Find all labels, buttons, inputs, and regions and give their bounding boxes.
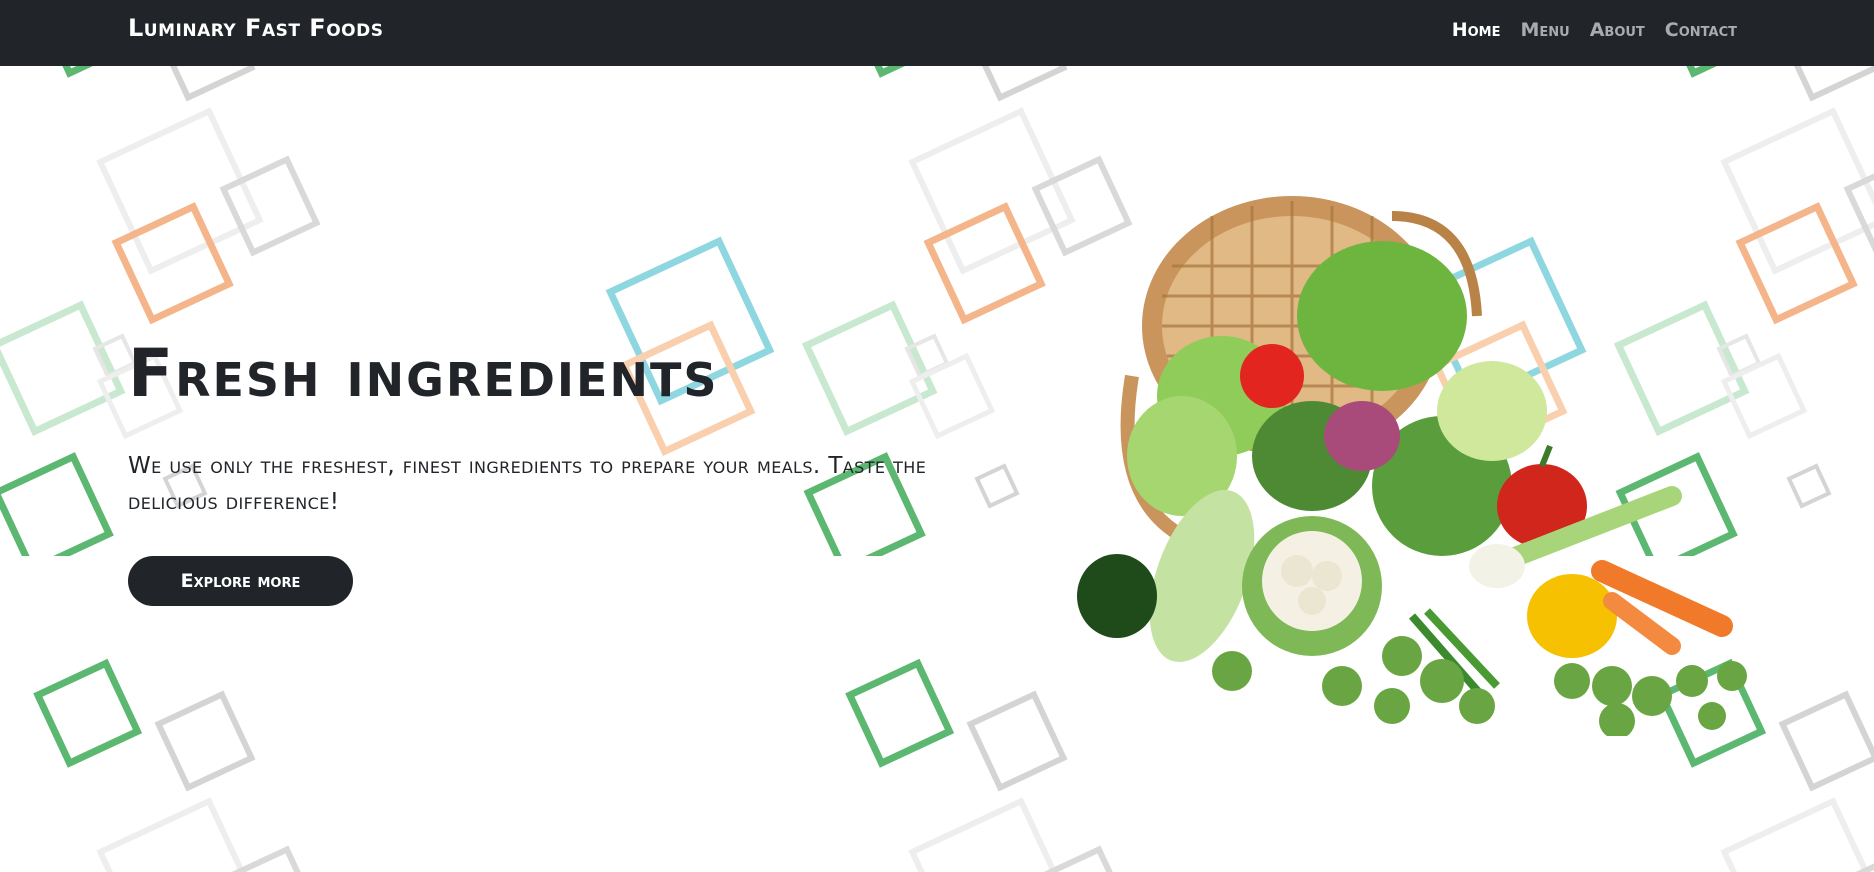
brand-logo[interactable]: Luminary Fast Foods — [128, 14, 383, 42]
nav-link-contact[interactable]: Contact — [1665, 19, 1737, 41]
nav-link-home[interactable]: Home — [1452, 19, 1501, 41]
explore-more-button[interactable]: Explore more — [128, 556, 353, 606]
nav-link-menu[interactable]: Menu — [1520, 19, 1569, 41]
hero-description: We use only the freshest, finest ingredi… — [128, 453, 927, 515]
nav-links: Home Menu About Contact — [1452, 19, 1737, 41]
navbar: Luminary Fast Foods Home Menu About Cont… — [0, 0, 1874, 66]
hero-title: Fresh ingredients — [128, 335, 719, 412]
nav-link-about[interactable]: About — [1590, 19, 1645, 41]
vegetable-basket-image — [1077, 196, 1747, 736]
